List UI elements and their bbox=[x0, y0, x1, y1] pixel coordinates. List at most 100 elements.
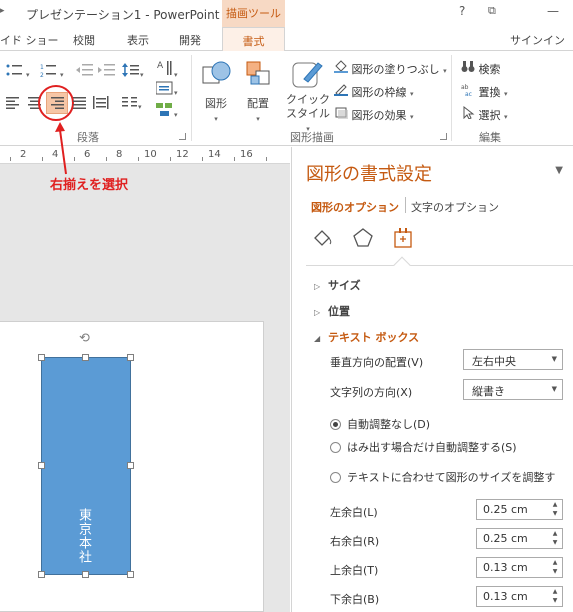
top-margin-input[interactable]: 0.13 cm ▲ ▼ bbox=[476, 557, 563, 578]
resize-handle[interactable] bbox=[127, 462, 134, 469]
title-bar: ▸ プレゼンテーション1 - PowerPoint 描画ツール ? ⧉ — bbox=[0, 0, 573, 27]
text-direction-label: 文字列の方向(X) bbox=[330, 386, 413, 399]
tab-format[interactable]: 書式 bbox=[222, 27, 285, 52]
svg-text:1: 1 bbox=[40, 64, 44, 71]
ribbon-display-options-button[interactable]: ⧉ bbox=[488, 4, 496, 18]
bottom-margin-input[interactable]: 0.13 cm ▲ ▼ bbox=[476, 586, 563, 607]
replace-button[interactable]: ab ac 置換 ▾ bbox=[461, 83, 508, 100]
annotation-label: 右揃えを選択 bbox=[50, 178, 129, 193]
right-margin-input[interactable]: 0.25 cm ▲ ▼ bbox=[476, 528, 563, 549]
cursor-icon bbox=[463, 105, 475, 120]
pane-options-dropdown-icon[interactable]: ▼ bbox=[555, 165, 563, 176]
drawing-dialog-launcher[interactable] bbox=[440, 133, 447, 140]
justify-button[interactable] bbox=[73, 97, 87, 112]
pencil-icon bbox=[334, 84, 348, 96]
convert-to-smartart-button[interactable]: ▾ bbox=[156, 103, 178, 120]
window-title: プレゼンテーション1 - PowerPoint bbox=[26, 8, 220, 22]
ribbon: ▾ 1 2 ▾ ▾ A ▾ ▾ ▾ ▾ 段落 図形 ▾ 配置 ▾ クイック スタ… bbox=[0, 51, 573, 146]
increase-indent-button[interactable] bbox=[98, 63, 116, 80]
smartart-icon bbox=[156, 103, 172, 116]
paragraph-dialog-launcher[interactable] bbox=[179, 133, 186, 140]
shape-outline-button[interactable]: 図形の枠線 ▾ bbox=[334, 83, 414, 100]
pane-scrollbar[interactable] bbox=[563, 267, 573, 612]
shape-fill-button[interactable]: 図形の塗りつぶし ▾ bbox=[334, 60, 447, 77]
line-spacing-icon bbox=[122, 63, 139, 77]
line-spacing-button[interactable]: ▾ bbox=[122, 63, 144, 80]
fill-line-icon[interactable] bbox=[312, 227, 334, 249]
tab-review[interactable]: 校閲 bbox=[73, 32, 95, 48]
pane-title: 図形の書式設定 bbox=[306, 164, 432, 185]
section-position[interactable]: ▷ 位置 bbox=[314, 303, 350, 319]
text-direction-icon: A bbox=[157, 61, 172, 75]
svg-text:ac: ac bbox=[465, 91, 472, 96]
select-button[interactable]: 選択 ▾ bbox=[461, 105, 508, 123]
shape-effects-button[interactable]: 図形の効果 ▾ bbox=[334, 106, 414, 123]
effects-pentagon-icon[interactable] bbox=[352, 227, 374, 249]
find-button[interactable]: 検索 bbox=[461, 60, 501, 77]
ruler-tick-label: 6 bbox=[84, 149, 91, 160]
resize-handle[interactable] bbox=[127, 354, 134, 361]
rotate-handle-icon[interactable]: ⟲ bbox=[79, 332, 93, 346]
align-text-button[interactable]: ▾ bbox=[155, 81, 178, 98]
quick-styles-icon bbox=[290, 57, 324, 94]
resize-handle[interactable] bbox=[38, 571, 45, 578]
left-margin-input[interactable]: 0.25 cm ▲ ▼ bbox=[476, 499, 563, 520]
svg-text:2: 2 bbox=[40, 72, 44, 77]
numbering-button[interactable]: 1 2 ▾ bbox=[40, 63, 64, 80]
tab-slideshow[interactable]: イド ショー bbox=[0, 32, 59, 48]
minimize-button[interactable]: — bbox=[547, 4, 559, 18]
decrease-indent-icon bbox=[76, 64, 93, 76]
arrange-icon bbox=[244, 59, 276, 94]
align-left-button[interactable] bbox=[6, 97, 20, 112]
vertical-alignment-select[interactable]: 左右中央 ▼ bbox=[463, 349, 563, 370]
ruler-tick-label: 14 bbox=[208, 149, 221, 160]
bullets-button[interactable]: ▾ bbox=[6, 63, 30, 80]
shape-effects-icon bbox=[335, 107, 348, 119]
text-direction-button[interactable]: A ▾ bbox=[156, 59, 178, 80]
resize-handle[interactable] bbox=[82, 354, 89, 361]
tab-view[interactable]: 表示 bbox=[127, 32, 149, 48]
left-margin-label: 左余白(L) bbox=[330, 506, 378, 519]
ruler-tick-label: 2 bbox=[20, 149, 27, 160]
arrange-button[interactable]: 配置 ▾ bbox=[247, 95, 269, 124]
ruler-tick-label: 12 bbox=[176, 149, 189, 160]
resize-handle[interactable] bbox=[127, 571, 134, 578]
text-direction-select[interactable]: 縦書き ▼ bbox=[463, 379, 563, 400]
shapes-icon bbox=[201, 59, 233, 94]
size-properties-icon[interactable] bbox=[392, 227, 414, 249]
sign-in-link[interactable]: サインイン bbox=[510, 32, 565, 48]
tab-separator bbox=[405, 197, 406, 213]
distributed-icon bbox=[93, 96, 109, 109]
tab-text-options[interactable]: 文字のオプション bbox=[411, 199, 499, 215]
autofit-resize-radio[interactable]: テキストに合わせて図形のサイズを調整す bbox=[330, 469, 555, 485]
ribbon-tabs: イド ショー 校閲 表示 開発 書式 サインイン bbox=[0, 27, 573, 52]
shapes-button[interactable]: 図形 ▾ bbox=[205, 95, 227, 124]
radio-icon bbox=[330, 472, 341, 483]
top-margin-label: 上余白(T) bbox=[330, 564, 379, 577]
section-textbox[interactable]: ◢ テキスト ボックス bbox=[314, 329, 419, 345]
format-shape-pane: 図形の書式設定 ▼ 図形のオプション 文字のオプション ▷ サイズ ▷ 位置 ◢ テキ… bbox=[291, 147, 573, 612]
radio-selected-icon bbox=[330, 419, 341, 430]
numbering-icon: 12 bbox=[40, 64, 56, 79]
resize-handle[interactable] bbox=[82, 571, 89, 578]
distributed-button[interactable] bbox=[93, 96, 109, 113]
decrease-indent-button[interactable] bbox=[76, 63, 94, 80]
section-size[interactable]: ▷ サイズ bbox=[314, 277, 361, 293]
right-margin-label: 右余白(R) bbox=[330, 535, 380, 548]
highlight-circle bbox=[38, 85, 74, 121]
autofit-shrink-radio[interactable]: はみ出す場合だけ自動調整する(S) bbox=[330, 439, 517, 455]
selected-tab-pointer bbox=[393, 256, 411, 274]
quick-access-overflow-icon[interactable]: ▸ bbox=[0, 6, 5, 16]
align-text-icon bbox=[155, 81, 173, 95]
resize-handle[interactable] bbox=[38, 354, 45, 361]
autofit-none-radio[interactable]: 自動調整なし(D) bbox=[330, 416, 430, 432]
columns-button[interactable]: ▾ bbox=[122, 97, 142, 112]
help-button[interactable]: ? bbox=[459, 4, 465, 18]
ruler-tick-label: 10 bbox=[144, 149, 157, 160]
tab-developer[interactable]: 開発 bbox=[179, 32, 201, 48]
justify-icon bbox=[73, 97, 86, 109]
resize-handle[interactable] bbox=[38, 462, 45, 469]
group-separator bbox=[191, 55, 192, 141]
shape-text[interactable]: 東京本社 bbox=[76, 508, 93, 564]
tab-shape-options[interactable]: 図形のオプション bbox=[311, 199, 399, 215]
